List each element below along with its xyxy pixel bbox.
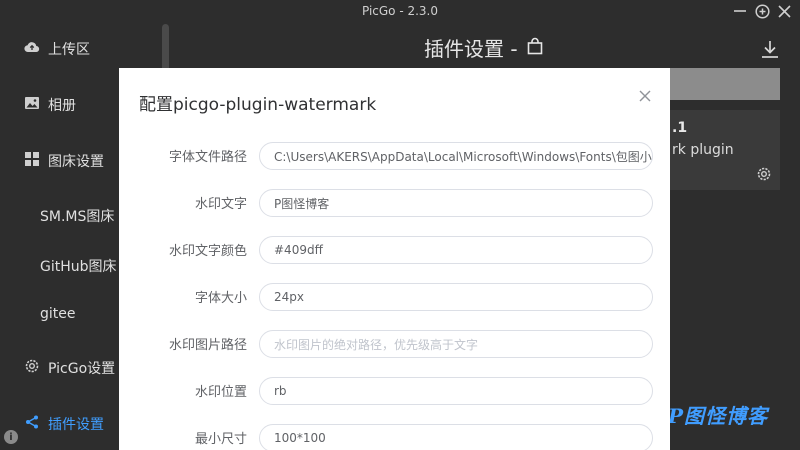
search-bar[interactable] <box>660 68 780 100</box>
font-path-input[interactable]: C:\Users\AKERS\AppData\Local\Microsoft\W… <box>259 142 653 170</box>
sidebar-item-label: 图床设置 <box>48 154 104 170</box>
watermark-text-input[interactable]: P图怪博客 <box>259 189 653 217</box>
grid-icon <box>24 151 40 171</box>
sidebar-item-gallery[interactable]: 相册 <box>24 95 76 115</box>
close-icon[interactable] <box>637 88 653 104</box>
sidebar-item-smms[interactable]: SM.MS图床 <box>40 206 114 226</box>
position-label: 水印位置 <box>194 385 247 400</box>
watermark-text: P图怪博客 <box>668 404 769 428</box>
font-size-label: 字体大小 <box>194 291 247 306</box>
sidebar-item-upload[interactable]: 上传区 <box>24 39 90 59</box>
download-icon[interactable] <box>760 38 780 60</box>
plugin-description: rk plugin <box>672 142 734 158</box>
watermark-text-label: 水印文字 <box>194 197 247 212</box>
plugin-card: .1 rk plugin <box>660 110 780 190</box>
image-path-input[interactable]: 水印图片的绝对路径，优先级高于文字 <box>259 330 653 358</box>
title-bar: PicGo - 2.3.0 <box>0 0 800 22</box>
share-icon <box>24 414 40 434</box>
sidebar-item-label: 相册 <box>48 98 76 114</box>
sidebar-item-gitee[interactable]: gitee <box>40 306 76 322</box>
sidebar-item-label: 上传区 <box>48 42 90 58</box>
min-size-label: 最小尺寸 <box>194 432 247 447</box>
sidebar-item-label: 插件设置 <box>48 417 104 433</box>
maximize-icon[interactable] <box>754 3 770 19</box>
font-size-input[interactable]: 24px <box>259 283 653 311</box>
position-input[interactable]: rb <box>259 377 653 405</box>
image-icon <box>24 95 40 115</box>
font-path-label: 字体文件路径 <box>168 150 247 165</box>
sidebar-item-label: PicGo设置 <box>48 361 116 377</box>
page-title-text: 插件设置 - <box>424 37 518 61</box>
page-title: 插件设置 - <box>424 33 544 62</box>
sidebar-item-picbed-settings[interactable]: 图床设置 <box>24 151 104 171</box>
text-color-input[interactable]: #409dff <box>259 236 653 264</box>
min-size-input[interactable]: 100*100 <box>259 424 653 450</box>
sidebar-item-picgo-settings[interactable]: PicGo设置 <box>24 358 115 378</box>
shopping-bag-icon[interactable] <box>526 36 544 60</box>
config-dialog: 配置picgo-plugin-watermark 字体文件路径 C:\Users… <box>119 68 670 450</box>
sidebar-item-plugin-settings[interactable]: 插件设置 <box>24 414 104 434</box>
text-color-label: 水印文字颜色 <box>168 244 247 259</box>
cloud-upload-icon <box>24 39 40 59</box>
info-icon[interactable]: i <box>4 430 18 444</box>
close-window-icon[interactable] <box>776 3 792 19</box>
image-path-label: 水印图片路径 <box>168 338 247 353</box>
sidebar-item-github[interactable]: GitHub图床 <box>40 256 117 276</box>
dialog-title: 配置picgo-plugin-watermark <box>139 95 377 115</box>
app-title: PicGo - 2.3.0 <box>361 4 439 18</box>
window-controls <box>732 3 792 19</box>
gear-icon <box>24 358 40 378</box>
plugin-settings-gear-icon[interactable] <box>756 166 772 182</box>
plugin-version: .1 <box>672 120 688 136</box>
minimize-icon[interactable] <box>732 3 748 19</box>
